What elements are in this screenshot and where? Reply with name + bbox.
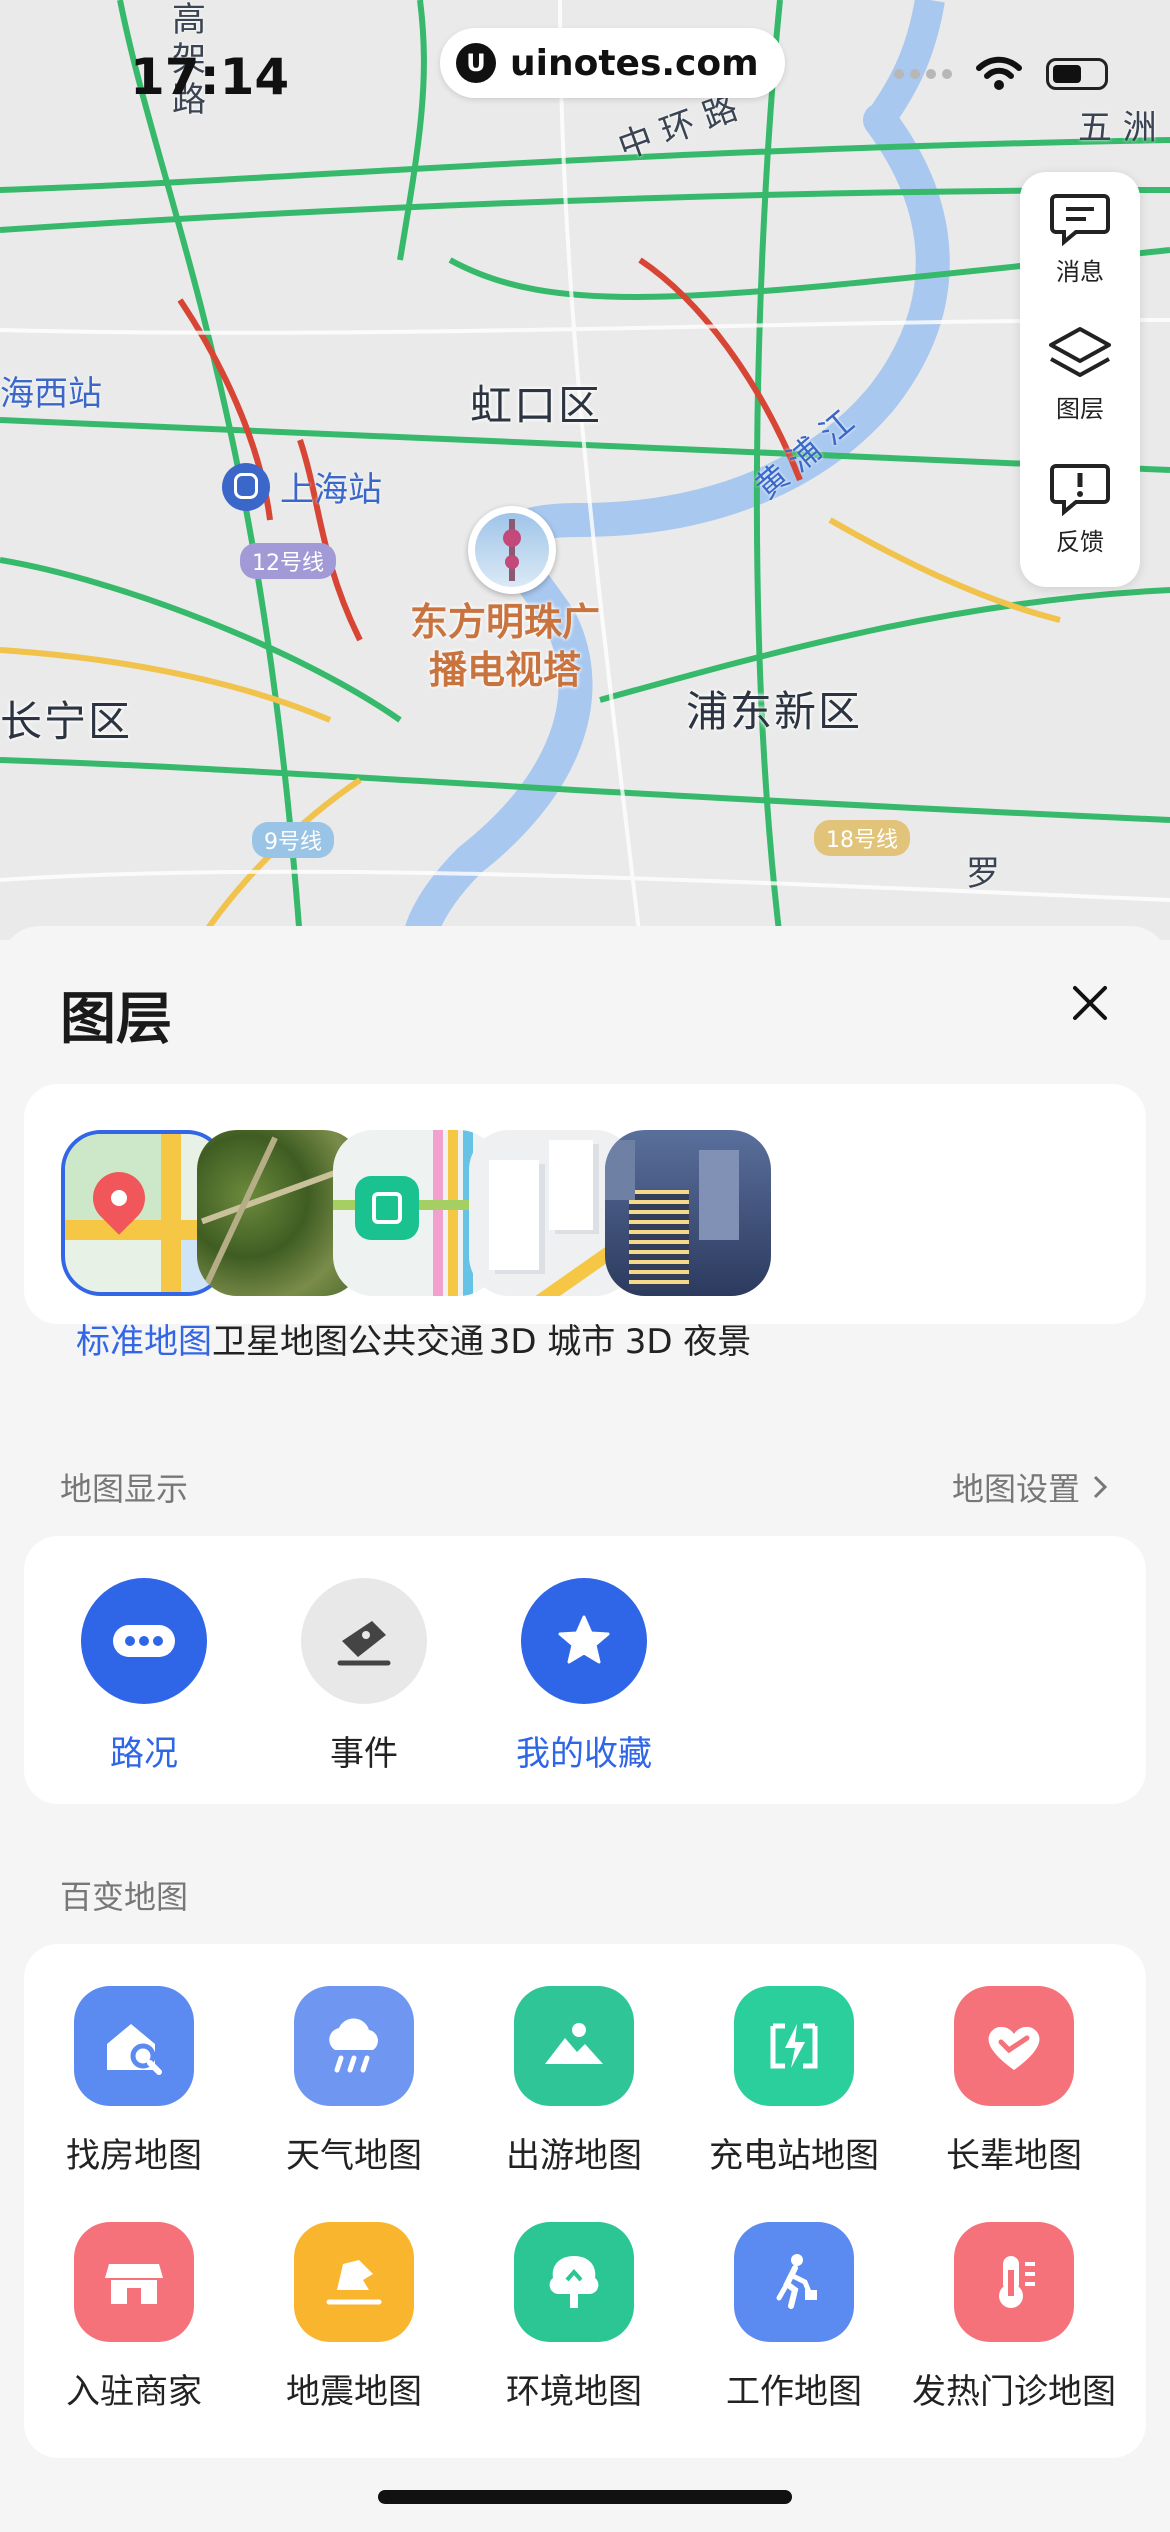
metro-line-badge: 18号线: [814, 820, 910, 856]
event-icon: [301, 1578, 427, 1704]
section-label: 百变地图: [60, 1878, 189, 1916]
road-network: [0, 0, 1170, 940]
metro-line-badge: 12号线: [240, 543, 336, 579]
status-bar: 17:14 U uinotes.com: [0, 0, 1170, 130]
theme-map-label: 工作地图: [726, 2372, 862, 2412]
3d-night-thumbnail: [605, 1130, 771, 1296]
traffic-toggle[interactable]: 路况: [44, 1578, 244, 1775]
wifi-icon: [976, 56, 1022, 90]
district-label: 虹口区: [470, 381, 603, 430]
theme-maps-card: 找房地图 天气地图 出游地图 充电站地图 长辈地图 入驻商家 地震地图 环境地图…: [24, 1944, 1146, 2458]
layer-label: 3D 夜景: [624, 1322, 752, 1362]
favorites-toggle[interactable]: 我的收藏: [484, 1578, 684, 1775]
theme-map-house[interactable]: 找房地图: [24, 1986, 244, 2177]
theme-map-label: 充电站地图: [709, 2136, 879, 2176]
battery-icon: [1046, 58, 1108, 90]
theme-map-work[interactable]: 工作地图: [684, 2222, 904, 2413]
layer-type-card: 标准地图 卫星地图 公共交通 3D 城市 3D 夜景: [24, 1084, 1146, 1362]
chevron-right-icon: [1093, 1475, 1108, 1499]
theme-map-earthquake[interactable]: 地震地图: [244, 2222, 464, 2413]
weather-icon: [294, 1986, 414, 2106]
traffic-icon: [81, 1578, 207, 1704]
layer-3d-night[interactable]: 3D 夜景: [578, 1130, 798, 1363]
mountain-icon: [514, 1986, 634, 2106]
watermark-logo-icon: U: [456, 43, 496, 83]
metro-line-badge: 9号线: [252, 822, 334, 858]
road-label: 罗: [966, 854, 1000, 894]
map-side-panel: 消息 图层 反馈: [1020, 172, 1140, 587]
tower-icon: [475, 513, 549, 587]
layers-icon: [1049, 327, 1111, 377]
theme-map-label: 天气地图: [286, 2136, 422, 2176]
earthquake-icon: [294, 2222, 414, 2342]
charging-icon: [734, 1986, 854, 2106]
map-settings-link[interactable]: 地图设置: [952, 1464, 1110, 1510]
theme-map-merchant[interactable]: 入驻商家: [24, 2222, 244, 2413]
theme-map-travel[interactable]: 出游地图: [464, 1986, 684, 2177]
signal-dots-icon: [894, 69, 952, 79]
display-label: 路况: [110, 1734, 178, 1774]
star-icon: [521, 1578, 647, 1704]
theme-map-label: 地震地图: [286, 2372, 422, 2412]
message-icon: [1050, 194, 1110, 246]
thermometer-icon: [954, 2222, 1074, 2342]
display-label: 我的收藏: [516, 1734, 652, 1774]
theme-map-label: 找房地图: [66, 2136, 202, 2176]
close-icon[interactable]: [1065, 978, 1115, 1028]
side-panel-label: 反馈: [1056, 528, 1104, 556]
station-label: 海西站: [0, 374, 102, 414]
house-search-icon: [74, 1986, 194, 2106]
heart-icon: [954, 1986, 1074, 2106]
theme-map-charging[interactable]: 充电站地图: [684, 1986, 904, 2177]
theme-map-environment[interactable]: 环境地图: [464, 2222, 684, 2413]
theme-map-label: 出游地图: [506, 2136, 642, 2176]
status-icons: [894, 56, 1108, 92]
events-toggle[interactable]: 事件: [264, 1578, 464, 1775]
map-view[interactable]: 虹口区 浦东新区 长宁区 上海站 海西站 中 环 路 黄 浦 江 五 洲 高 架…: [0, 0, 1170, 940]
theme-map-label: 入驻商家: [66, 2372, 202, 2412]
messages-button[interactable]: 消息: [1050, 172, 1110, 307]
theme-map-elder[interactable]: 长辈地图: [904, 1986, 1124, 2177]
poi-label[interactable]: 东方明珠广 播电视塔: [410, 598, 600, 694]
train-station-icon: [222, 462, 270, 511]
station-label[interactable]: 上海站: [222, 462, 382, 511]
watermark-badge: U uinotes.com: [440, 28, 785, 98]
theme-map-weather[interactable]: 天气地图: [244, 1986, 464, 2177]
map-display-card: 路况 事件 我的收藏: [24, 1536, 1146, 1804]
worker-icon: [734, 2222, 854, 2342]
tree-icon: [514, 2222, 634, 2342]
district-label: 长宁区: [0, 697, 133, 746]
bus-icon: [355, 1176, 419, 1240]
feedback-button[interactable]: 反馈: [1050, 442, 1110, 577]
feedback-icon: [1050, 464, 1110, 516]
status-time: 17:14: [130, 48, 290, 106]
display-label: 事件: [330, 1734, 398, 1774]
theme-map-label: 长辈地图: [946, 2136, 1082, 2176]
home-indicator[interactable]: [378, 2490, 792, 2504]
side-panel-label: 图层: [1056, 395, 1104, 423]
poi-marker[interactable]: [468, 506, 556, 594]
store-icon: [74, 2222, 194, 2342]
theme-map-label: 环境地图: [506, 2372, 642, 2412]
theme-map-fever-clinic[interactable]: 发热门诊地图: [904, 2222, 1124, 2413]
section-label: 地图显示: [60, 1470, 189, 1508]
layers-sheet: 图层 标准地图 卫星地图 公共交通 3D 城市 3D 夜景 地图显示 地图设置 …: [0, 926, 1170, 2532]
sheet-title: 图层: [60, 987, 172, 1052]
layers-button[interactable]: 图层: [1047, 307, 1113, 442]
theme-map-label: 发热门诊地图: [912, 2372, 1116, 2412]
side-panel-label: 消息: [1056, 258, 1104, 286]
district-label: 浦东新区: [686, 687, 863, 736]
